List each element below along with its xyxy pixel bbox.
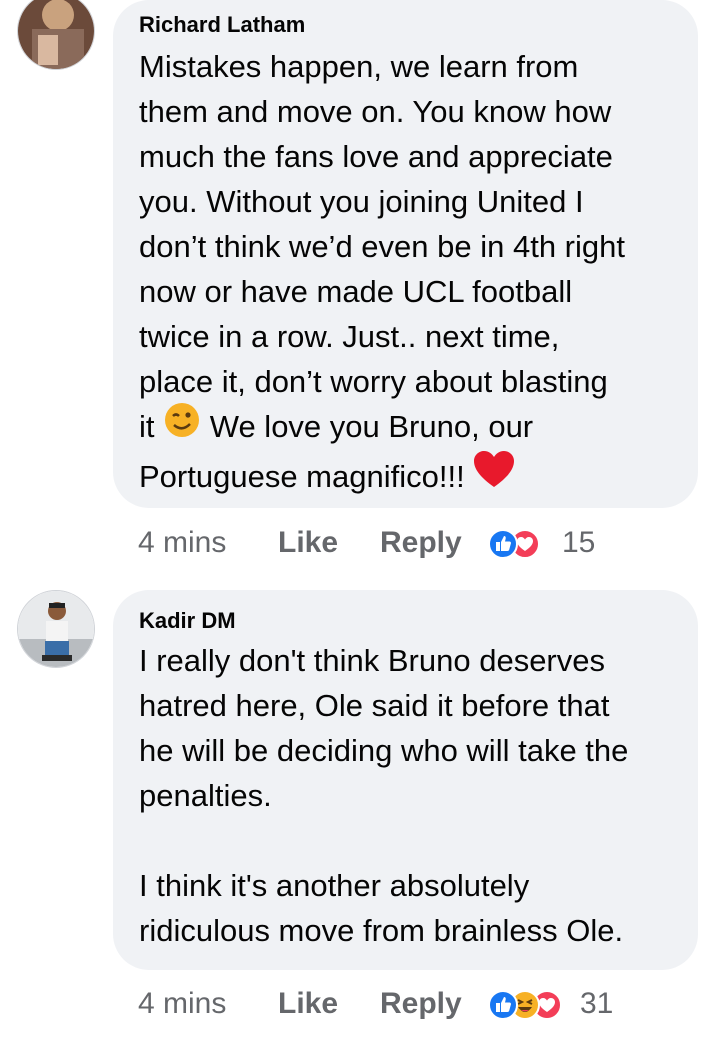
- like-reaction-icon: [488, 529, 518, 559]
- winking-face-emoji-icon: [163, 401, 201, 451]
- comment-text-line: I really don't think Bruno deserves: [139, 643, 605, 678]
- comment-text-line: much the fans love and appreciate: [139, 139, 613, 174]
- red-heart-emoji-icon: [473, 451, 515, 501]
- comment-text-line: hatred here, Ole said it before that: [139, 688, 610, 723]
- comment-text-line: it We love you Bruno, our: [139, 401, 678, 454]
- comment-text-line: don’t think we’d even be in 4th right: [139, 229, 625, 264]
- comment-text-line: now or have made UCL football: [139, 274, 573, 309]
- comment-text-line: place it, don’t worry about blasting: [139, 364, 608, 399]
- comment-text-line: I think it's another absolutely: [139, 868, 530, 903]
- comment-text-line: twice in a row. Just.. next time,: [139, 319, 560, 354]
- comment-text-line: you. Without you joining United I: [139, 184, 584, 219]
- comment-text-fragment: it: [139, 409, 155, 445]
- comment-author[interactable]: Richard Latham: [139, 0, 678, 38]
- reaction-count[interactable]: 15: [562, 523, 595, 563]
- comment-author[interactable]: Kadir DM: [139, 590, 678, 634]
- comment-text-line: Portuguese magnifico!!!: [139, 451, 678, 504]
- like-button[interactable]: Like: [278, 984, 338, 1024]
- comment-meta: 4 mins Like Reply 15: [138, 523, 698, 563]
- reaction-count[interactable]: 31: [580, 984, 613, 1024]
- comment-text-line: ​: [139, 818, 678, 863]
- comment-meta: 4 mins Like Reply 31: [138, 984, 698, 1024]
- comment-text-line: them and move on. You know how: [139, 94, 612, 129]
- reaction-summary[interactable]: 15: [488, 526, 608, 559]
- comment-timestamp[interactable]: 4 mins: [138, 984, 226, 1024]
- like-reaction-icon: [488, 990, 518, 1020]
- comment-text-fragment: We love you Bruno, our: [209, 409, 534, 445]
- reaction-summary[interactable]: 31: [488, 987, 638, 1020]
- avatar[interactable]: [17, 590, 95, 668]
- comment-bubble: Kadir DM I really don't think Bruno dese…: [113, 590, 698, 970]
- comment-text-line: he will be deciding who will take the: [139, 733, 629, 768]
- reply-button[interactable]: Reply: [380, 523, 462, 563]
- like-button[interactable]: Like: [278, 523, 338, 563]
- comment-bubble: Richard Latham Mistakes happen, we learn…: [113, 0, 698, 508]
- reply-button[interactable]: Reply: [380, 984, 462, 1024]
- comment-timestamp[interactable]: 4 mins: [138, 523, 226, 563]
- comment-text-line: ridiculous move from brainless Ole.: [139, 913, 624, 948]
- comment-text-line: penalties.: [139, 778, 272, 813]
- avatar[interactable]: [17, 0, 95, 70]
- comment-text-fragment: Portuguese magnifico!!!: [139, 459, 465, 495]
- comment-text-line: Mistakes happen, we learn from: [139, 49, 579, 84]
